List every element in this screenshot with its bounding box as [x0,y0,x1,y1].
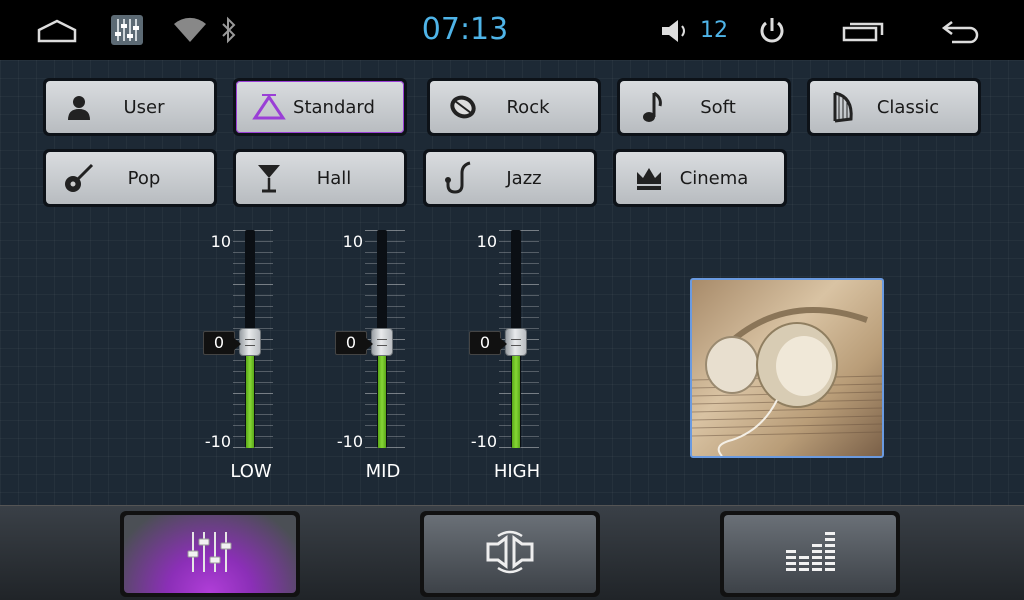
speaker-balance-icon [484,530,536,578]
preset-label: Classic [876,96,940,118]
band-label: HIGH [493,461,541,482]
scale-min-label: -10 [470,432,497,451]
slider-handle[interactable] [505,328,527,356]
preset-cinema-button[interactable]: Cinema [613,149,787,207]
speaker-icon[interactable] [660,18,692,44]
preset-label: Rock [506,96,550,118]
preset-soft-button[interactable]: Soft [617,78,791,136]
preset-standard-button[interactable]: Standard [233,78,407,136]
preset-label: Standard [293,96,375,118]
home-icon[interactable] [36,18,78,44]
preset-label: Jazz [506,167,542,189]
preset-label: Pop [127,167,161,189]
scale-max-label: 10 [476,232,497,251]
equalizer-tab[interactable] [120,511,300,597]
volume-level: 12 [700,18,728,43]
preset-label: Soft [700,96,736,118]
bluetooth-icon [220,16,238,44]
preset-user-button[interactable]: User [43,78,217,136]
preset-rock-button[interactable]: Rock [427,78,601,136]
album-art-image [690,278,884,458]
clock: 07:13 [421,12,509,47]
preset-classic-button[interactable]: Classic [807,78,981,136]
recent-apps-icon[interactable] [842,20,884,42]
slider-handle[interactable] [239,328,261,356]
back-icon[interactable] [940,18,982,44]
scale-min-label: -10 [336,432,363,451]
sliders-icon [185,529,235,579]
band-label: LOW [230,461,272,482]
wifi-icon [172,16,208,44]
band-value: 0 [469,331,507,355]
power-icon[interactable] [758,16,786,46]
spectrum-bars-icon [784,530,836,578]
preset-label: Cinema [679,167,749,189]
scale-min-label: -10 [204,432,231,451]
spectrum-tab[interactable] [720,511,900,597]
status-bar: 07:13 12 [0,0,1024,60]
equalizer-app-icon[interactable] [110,14,144,46]
band-label: MID [365,461,401,482]
preset-hall-button[interactable]: Hall [233,149,407,207]
preset-pop-button[interactable]: Pop [43,149,217,207]
slider-handle[interactable] [371,328,393,356]
bottom-tab-bar [0,505,1024,600]
balance-tab[interactable] [420,511,600,597]
band-value: 0 [203,331,241,355]
scale-max-label: 10 [342,232,363,251]
scale-max-label: 10 [210,232,231,251]
equalizer-panel: User Standard Rock Soft Classic Pop Hall… [0,60,1024,505]
eq-band-high: 10 -10 0 HIGH [461,230,621,505]
preset-label: User [123,96,165,118]
preset-jazz-button[interactable]: Jazz [423,149,597,207]
preset-label: Hall [316,167,352,189]
band-value: 0 [335,331,373,355]
